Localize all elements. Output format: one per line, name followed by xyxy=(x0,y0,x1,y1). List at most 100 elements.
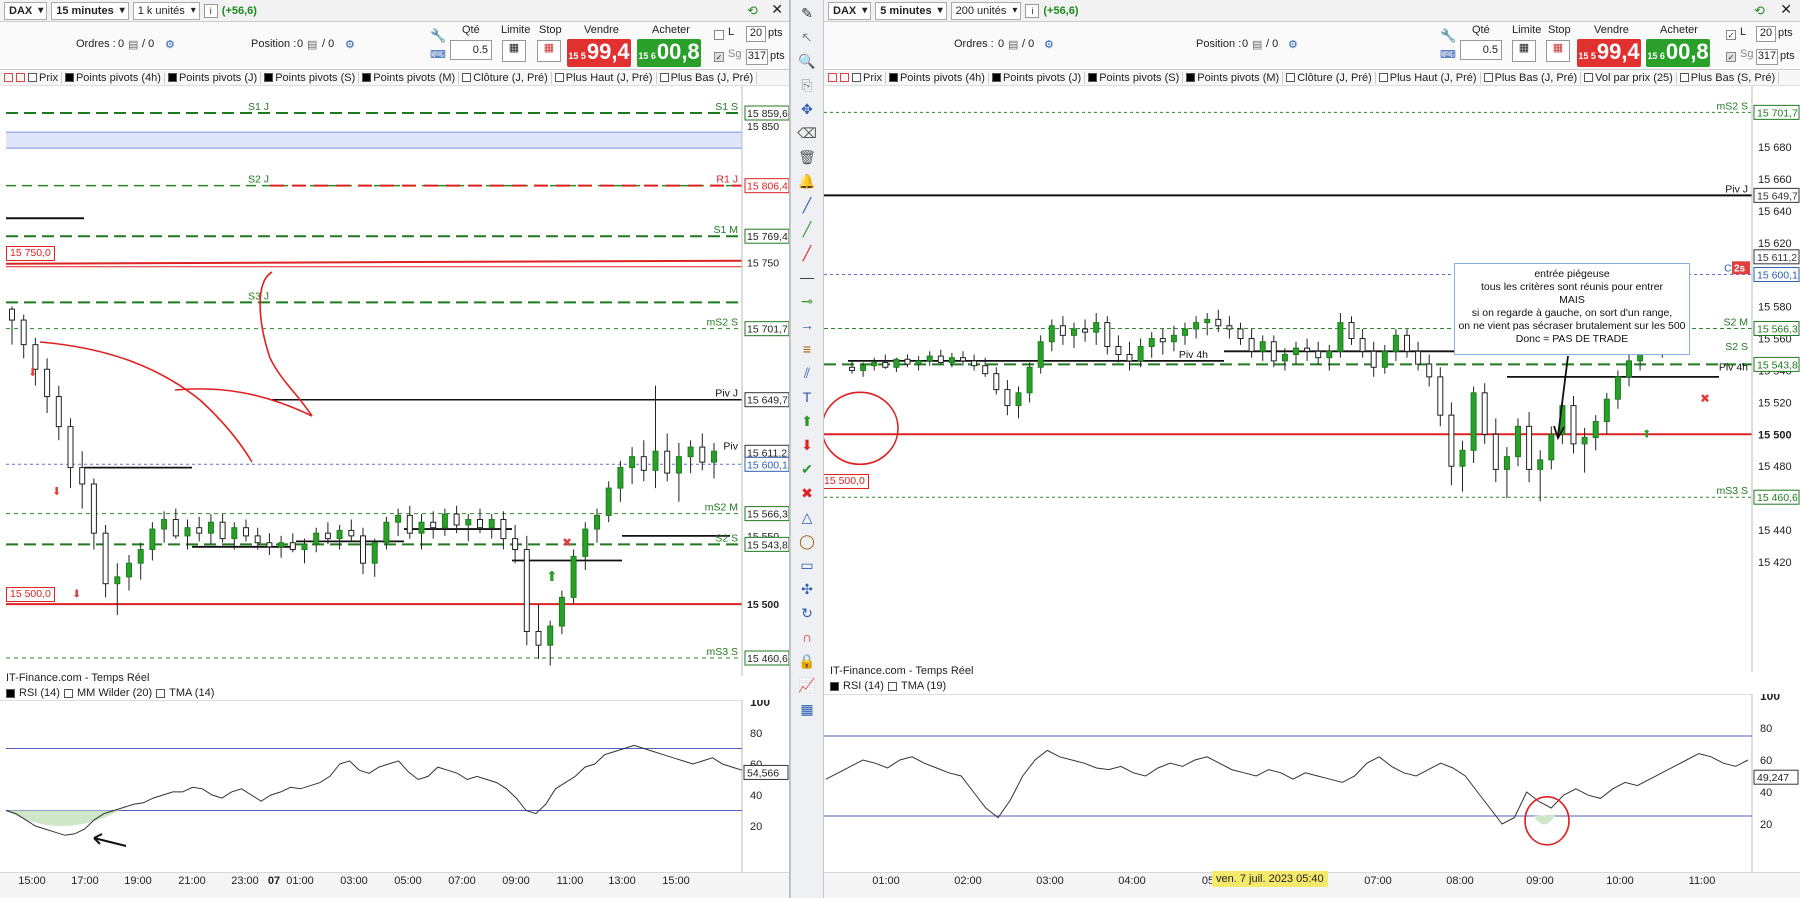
horizontal-line-icon[interactable]: — xyxy=(794,266,820,288)
indicator-chip[interactable]: Points pivots (J) xyxy=(167,71,262,84)
ray-icon[interactable]: → xyxy=(794,314,820,336)
trendline-up-icon[interactable]: ╱ xyxy=(794,218,820,240)
position-icon[interactable]: ▤ xyxy=(307,38,317,51)
left-time-axis[interactable]: 15:00 17:00 19:00 21:00 23:00 07 01:00 03:00 05:… xyxy=(0,872,790,898)
refresh-icon[interactable]: ⟲ xyxy=(1754,3,1770,19)
ellipse-icon[interactable]: ◯ xyxy=(794,530,820,552)
orders-settings-icon[interactable]: ⚙ xyxy=(1044,38,1054,51)
rectangle-icon[interactable]: ▭ xyxy=(794,554,820,576)
pts-bottom-input[interactable]: 317 xyxy=(1756,49,1778,65)
sg-checkbox[interactable]: ✓ xyxy=(714,52,724,62)
sub-indicator-label[interactable]: RSI (14) xyxy=(19,687,60,699)
keyboard-icon[interactable]: ⌨ xyxy=(1440,48,1456,61)
indicator-chip[interactable]: Points pivots (J) xyxy=(991,71,1086,84)
qty-input[interactable]: 0.5 xyxy=(450,40,492,60)
position-settings-icon[interactable]: ⚙ xyxy=(345,38,355,51)
limit-order-button[interactable]: ▦ xyxy=(1512,40,1536,62)
line-icon[interactable]: ╱ xyxy=(794,194,820,216)
zoom-fit-icon[interactable] xyxy=(840,73,849,82)
price-tag-15750[interactable]: 15 750,0 xyxy=(6,246,55,261)
trendline-red-icon[interactable]: ╱ xyxy=(794,242,820,264)
triangle-icon[interactable]: △ xyxy=(794,506,820,528)
position-settings-icon[interactable]: ⚙ xyxy=(1288,38,1298,51)
info-icon[interactable]: i xyxy=(1025,3,1040,18)
info-icon[interactable]: i xyxy=(203,3,218,18)
indicator-chip[interactable]: Prix xyxy=(852,71,886,84)
network-icon[interactable]: ✣ xyxy=(794,578,820,600)
indicator-chip[interactable]: Points pivots (M) xyxy=(362,71,460,84)
magnet-icon[interactable]: ∩ xyxy=(794,626,820,648)
pts-top-input[interactable]: 20 xyxy=(1756,26,1776,42)
indicator-chip[interactable]: Plus Bas (S, Pré) xyxy=(1679,71,1780,84)
units-select[interactable]: 1 k unités xyxy=(132,1,200,20)
left-rsi-chart[interactable]: 1008060402054,566 xyxy=(0,700,790,872)
sub-indicator-label[interactable]: TMA (14) xyxy=(169,687,214,699)
right-price-chart[interactable]: mS2 SPiv JClo JS2 MS2 SPiv 4hPiv 4hPiv 4… xyxy=(824,86,1800,672)
limit-checkbox[interactable] xyxy=(714,30,724,40)
right-rsi-chart[interactable]: 100 80 60 40 20 49,247 xyxy=(824,694,1800,872)
orders-settings-icon[interactable]: ⚙ xyxy=(165,38,175,51)
indicator-chip[interactable]: Points pivots (M) xyxy=(1186,71,1284,84)
buy-button[interactable]: 15 6 00,8 xyxy=(637,39,701,67)
indicator-chip[interactable]: Plus Haut (J, Pré) xyxy=(554,71,657,84)
indicator-chip[interactable]: Clôture (J, Pré) xyxy=(462,71,552,84)
pts-bottom-input[interactable]: 317 xyxy=(746,49,768,65)
wrench-icon[interactable]: 🔧 xyxy=(1440,28,1456,44)
zoom-icon[interactable]: 🔍 xyxy=(794,50,820,72)
arrow-down-icon[interactable]: ⬇ xyxy=(794,434,820,456)
price-tag-15500[interactable]: 15 500,0 xyxy=(824,474,869,489)
orders-icon[interactable]: ▤ xyxy=(128,38,138,51)
move-icon[interactable]: ✥ xyxy=(794,98,820,120)
sub-indicator-label[interactable]: TMA (19) xyxy=(901,680,946,692)
copy-icon[interactable]: ⎘ xyxy=(794,74,820,96)
indicator-chip[interactable]: Plus Haut (J, Pré) xyxy=(1378,71,1481,84)
indicator-chip[interactable]: Prix xyxy=(28,71,62,84)
pen-icon[interactable]: ✎ xyxy=(794,2,820,24)
indicator-chip[interactable]: Plus Bas (J, Pré) xyxy=(659,71,758,84)
indicator-chip[interactable]: Points pivots (4h) xyxy=(888,71,989,84)
instrument-select[interactable]: DAX xyxy=(828,1,872,20)
sg-checkbox[interactable]: ✓ xyxy=(1726,52,1736,62)
arrow-up-icon[interactable]: ⬆ xyxy=(794,410,820,432)
position-icon[interactable]: ▤ xyxy=(1252,38,1262,51)
sub-indicator-swatch[interactable] xyxy=(830,681,839,691)
sub-indicator-label[interactable]: MM Wilder (20) xyxy=(77,687,152,699)
sub-indicator-label[interactable]: RSI (14) xyxy=(843,680,884,692)
zoom-fit-icon[interactable] xyxy=(16,73,25,82)
timeframe-select[interactable]: 5 minutes xyxy=(875,1,947,20)
indicator-chip[interactable]: Clôture (J, Pré) xyxy=(1286,71,1376,84)
price-tag-15500[interactable]: 15 500,0 xyxy=(6,587,55,602)
close-icon[interactable]: ✕ xyxy=(1780,1,1792,18)
indicator-chip[interactable]: Points pivots (S) xyxy=(264,71,360,84)
pts-top-input[interactable]: 20 xyxy=(746,26,766,42)
buy-button[interactable]: 15 6 00,8 xyxy=(1646,39,1710,67)
indicator-chip[interactable]: Vol par prix (25) xyxy=(1584,71,1677,84)
sub-indicator-swatch[interactable] xyxy=(156,688,166,698)
stop-order-button[interactable]: ▦ xyxy=(537,40,561,62)
indicator-chip[interactable]: Points pivots (4h) xyxy=(64,71,165,84)
close-icon[interactable]: ✕ xyxy=(771,1,783,18)
text-icon[interactable]: T xyxy=(794,386,820,408)
stop-order-button[interactable]: ▦ xyxy=(1546,40,1570,62)
trash-icon[interactable]: 🗑 xyxy=(794,146,820,168)
zoom-plus-icon[interactable] xyxy=(4,73,13,82)
instrument-select[interactable]: DAX xyxy=(4,1,48,20)
wrench-icon[interactable]: 🔧 xyxy=(430,28,446,44)
trade-annotation-note[interactable]: entrée piégeuse tous les critères sont ré… xyxy=(1454,263,1690,355)
orders-icon[interactable]: ▤ xyxy=(1008,38,1018,51)
channel-icon[interactable]: ⫽ xyxy=(794,362,820,384)
indicator-chip[interactable]: Plus Bas (J, Pré) xyxy=(1483,71,1582,84)
pattern-icon[interactable]: ▦ xyxy=(794,698,820,720)
sell-button[interactable]: 15 5 99,4 xyxy=(567,39,631,67)
limit-checkbox[interactable]: ✓ xyxy=(1726,30,1736,40)
refresh-icon[interactable]: ⟲ xyxy=(747,3,763,19)
segment-icon[interactable]: ⊸ xyxy=(794,290,820,312)
cross-icon[interactable]: ✖ xyxy=(794,482,820,504)
keyboard-icon[interactable]: ⌨ xyxy=(430,48,446,61)
qty-input[interactable]: 0.5 xyxy=(1460,40,1502,60)
sub-indicator-swatch[interactable] xyxy=(887,681,897,691)
chart-icon[interactable]: 📈 xyxy=(794,674,820,696)
eraser-icon[interactable]: ⌫ xyxy=(794,122,820,144)
limit-order-button[interactable]: ▦ xyxy=(502,40,526,62)
fibonacci-icon[interactable]: ≡ xyxy=(794,338,820,360)
